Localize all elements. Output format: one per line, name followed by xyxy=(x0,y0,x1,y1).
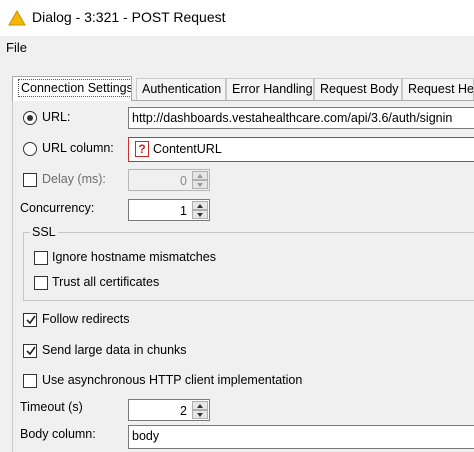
url-column-label: URL column: xyxy=(42,141,114,155)
checkmark-icon xyxy=(26,315,36,325)
delay-value: 0 xyxy=(180,174,187,188)
follow-redirects-checkbox[interactable] xyxy=(23,313,37,327)
timeout-spinner[interactable]: 2 xyxy=(128,399,210,421)
async-client-checkbox[interactable] xyxy=(23,374,37,388)
timeout-spinner-buttons xyxy=(192,401,208,419)
body-column-label: Body column: xyxy=(20,427,96,441)
connection-settings-panel: URL: http://dashboards.vestahealthcare.c… xyxy=(12,100,474,452)
ssl-group-title: SSL xyxy=(30,225,58,239)
timeout-value: 2 xyxy=(180,404,187,418)
tab-request-body[interactable]: Request Body xyxy=(314,78,402,100)
url-column-radio[interactable] xyxy=(23,142,37,156)
tab-authentication[interactable]: Authentication xyxy=(136,78,226,100)
send-chunks-checkbox[interactable] xyxy=(23,344,37,358)
tab-strip: Connection Settings Authentication Error… xyxy=(12,76,474,101)
delay-spinner[interactable]: 0 xyxy=(128,169,210,191)
concurrency-increment-button[interactable] xyxy=(192,201,208,210)
ssl-group: SSL Ignore hostname mismatches Trust all… xyxy=(23,225,474,301)
timeout-decrement-button[interactable] xyxy=(192,410,208,419)
trust-all-certificates-checkbox[interactable] xyxy=(34,276,48,290)
dialog-content: Connection Settings Authentication Error… xyxy=(0,60,474,452)
tab-request-headers[interactable]: Request Hea xyxy=(402,78,474,100)
delay-checkbox[interactable] xyxy=(23,173,37,187)
tab-error-handling[interactable]: Error Handling xyxy=(226,78,314,100)
body-column-select[interactable]: body xyxy=(128,425,474,449)
url-column-value: ContentURL xyxy=(153,142,222,156)
delay-increment-button[interactable] xyxy=(192,171,208,180)
missing-column-icon: ? xyxy=(135,141,149,157)
ignore-hostname-checkbox[interactable] xyxy=(34,251,48,265)
menu-bar: File xyxy=(0,36,474,60)
ignore-hostname-label: Ignore hostname mismatches xyxy=(52,250,216,264)
concurrency-spinner-buttons xyxy=(192,201,208,219)
delay-label: Delay (ms): xyxy=(42,172,106,186)
delay-decrement-button[interactable] xyxy=(192,180,208,189)
window-title: Dialog - 3:321 - POST Request xyxy=(32,9,226,25)
async-client-label: Use asynchronous HTTP client implementat… xyxy=(42,373,303,387)
timeout-increment-button[interactable] xyxy=(192,401,208,410)
concurrency-decrement-button[interactable] xyxy=(192,210,208,219)
url-label: URL: xyxy=(42,110,71,124)
url-input[interactable]: http://dashboards.vestahealthcare.com/ap… xyxy=(128,107,474,129)
tab-connection-settings[interactable]: Connection Settings xyxy=(12,76,132,101)
warning-triangle-icon xyxy=(8,10,26,26)
concurrency-label: Concurrency: xyxy=(20,201,95,215)
trust-all-certificates-label: Trust all certificates xyxy=(52,275,160,289)
checkmark-icon xyxy=(26,346,36,356)
timeout-label: Timeout (s) xyxy=(20,400,83,414)
concurrency-value: 1 xyxy=(180,204,187,218)
concurrency-spinner[interactable]: 1 xyxy=(128,199,210,221)
url-column-select[interactable]: ? ContentURL xyxy=(128,137,474,162)
follow-redirects-label: Follow redirects xyxy=(42,312,130,326)
send-chunks-label: Send large data in chunks xyxy=(42,343,187,357)
url-radio[interactable] xyxy=(23,111,37,125)
delay-spinner-buttons xyxy=(192,171,208,189)
menu-file[interactable]: File xyxy=(6,40,27,55)
title-bar: Dialog - 3:321 - POST Request xyxy=(0,0,474,36)
